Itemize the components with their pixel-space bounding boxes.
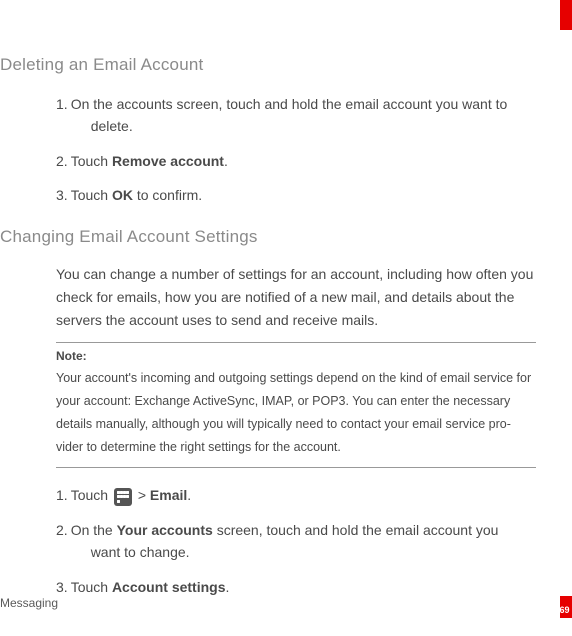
s1-item-3: 3. Touch OK to confirm. [56, 184, 536, 206]
bold-text: Email [150, 487, 187, 503]
note-label: Note: [56, 349, 536, 363]
list-text: Touch Remove account. [71, 150, 536, 172]
s2-item-1: 1. Touch > Email. [56, 484, 536, 506]
text-cont: want to change. [71, 541, 536, 563]
text-cont: delete. [71, 115, 536, 137]
list-number: 2. [56, 150, 68, 172]
text: On the [71, 522, 117, 538]
list-text: Touch OK to confirm. [71, 184, 536, 206]
bold-text: Account settings [112, 579, 226, 595]
heading-deleting: Deleting an Email Account [0, 55, 544, 75]
heading-changing: Changing Email Account Settings [0, 227, 544, 247]
text: Touch [71, 153, 112, 169]
list-number: 3. [56, 576, 68, 598]
s1-item-2: 2. Touch Remove account. [56, 150, 536, 172]
text: On the accounts screen, touch and hold t… [71, 96, 508, 112]
text: screen, touch and hold the email account… [213, 522, 499, 538]
text: Touch [71, 579, 112, 595]
page-content: Deleting an Email Account 1. On the acco… [0, 0, 572, 598]
bold-text: Your accounts [117, 522, 213, 538]
text: > [134, 487, 150, 503]
footer-section-label: Messaging [0, 596, 58, 610]
list-number: 2. [56, 519, 68, 564]
s1-item-1: 1. On the accounts screen, touch and hol… [56, 93, 536, 138]
text: . [224, 153, 228, 169]
note-box: Note: Your account's incoming and outgoi… [56, 342, 536, 469]
list-text: Touch Account settings. [71, 576, 536, 598]
list-text: On the accounts screen, touch and hold t… [71, 93, 536, 138]
list-number: 1. [56, 93, 68, 138]
s2-item-2: 2. On the Your accounts screen, touch an… [56, 519, 536, 564]
note-text: Your account's incoming and outgoing set… [56, 367, 536, 460]
text: . [187, 487, 191, 503]
apps-grid-icon [114, 488, 132, 506]
text: to confirm. [133, 187, 202, 203]
list-text: On the Your accounts screen, touch and h… [71, 519, 536, 564]
bold-text: Remove account [112, 153, 224, 169]
text: Touch [71, 487, 112, 503]
text: Touch [71, 187, 112, 203]
list-number: 3. [56, 184, 68, 206]
list-text: Touch > Email. [71, 484, 536, 506]
accent-bar-top [560, 0, 572, 30]
page-number: 69 [559, 605, 569, 615]
bold-text: OK [112, 187, 133, 203]
s2-item-3: 3. Touch Account settings. [56, 576, 536, 598]
text: . [226, 579, 230, 595]
intro-paragraph: You can change a number of settings for … [56, 263, 536, 332]
list-number: 1. [56, 484, 68, 506]
